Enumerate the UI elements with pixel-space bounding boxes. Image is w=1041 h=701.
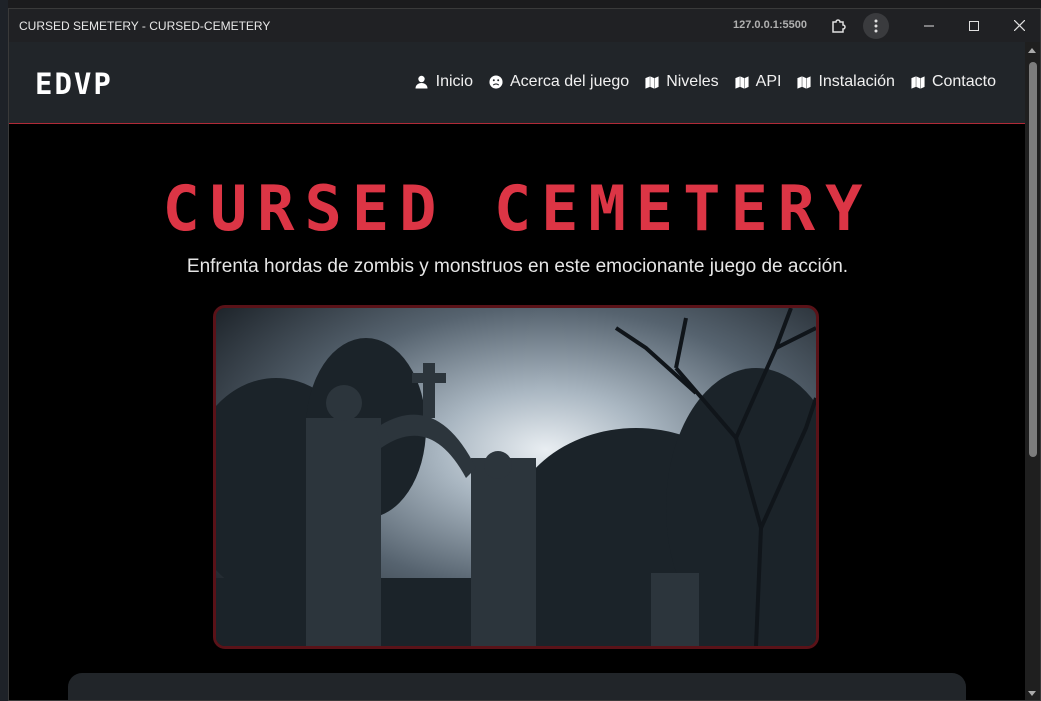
nav-label: Acerca del juego — [510, 73, 630, 90]
titlebar: CURSED SEMETERY - CURSED-CEMETERY 127.0.… — [9, 9, 1040, 42]
minimize-icon[interactable] — [915, 9, 943, 42]
browser-window: CURSED SEMETERY - CURSED-CEMETERY 127.0.… — [8, 8, 1041, 701]
extension-icon[interactable] — [824, 9, 852, 42]
nav-item-instalacion[interactable]: Instalación — [797, 73, 895, 91]
hero-title: CURSED CEMETERY — [162, 172, 873, 245]
map-icon — [911, 75, 925, 89]
scrollbar-thumb[interactable] — [1029, 62, 1037, 457]
sad-face-icon — [489, 75, 503, 89]
cemetery-illustration — [216, 308, 816, 646]
map-icon — [645, 75, 659, 89]
content-card — [68, 673, 966, 700]
nav-label: Niveles — [666, 73, 719, 90]
nav-item-acerca[interactable]: Acerca del juego — [489, 73, 629, 91]
scrollbar[interactable] — [1025, 42, 1040, 700]
hero-image — [213, 305, 819, 649]
maximize-icon[interactable] — [960, 9, 988, 42]
nav-item-contacto[interactable]: Contacto — [911, 73, 996, 91]
page-viewport: EDVP Inicio Acerca del juego Niveles API… — [9, 42, 1026, 700]
user-icon — [415, 75, 429, 89]
site-navbar: EDVP Inicio Acerca del juego Niveles API… — [9, 42, 1026, 124]
scroll-down-icon[interactable] — [1028, 691, 1036, 696]
nav-label: Instalación — [818, 73, 895, 90]
window-title: CURSED SEMETERY - CURSED-CEMETERY — [19, 18, 271, 33]
nav-label: API — [755, 73, 782, 90]
map-icon — [735, 75, 749, 89]
nav-menu: Inicio Acerca del juego Niveles API Inst… — [415, 73, 996, 91]
nav-label: Contacto — [931, 73, 996, 90]
brand-logo[interactable]: EDVP — [35, 67, 113, 101]
background-editor-strip — [0, 0, 8, 701]
nav-item-inicio[interactable]: Inicio — [415, 73, 473, 91]
scroll-up-icon[interactable] — [1028, 48, 1036, 53]
menu-dots-icon[interactable] — [863, 13, 889, 39]
nav-label: Inicio — [435, 73, 473, 90]
close-icon[interactable] — [1005, 9, 1033, 42]
map-icon — [797, 75, 812, 89]
hero-subtitle: Enfrenta hordas de zombis y monstruos en… — [186, 256, 849, 277]
nav-item-api[interactable]: API — [735, 73, 782, 91]
url-display[interactable]: 127.0.0.1:5500 — [733, 19, 807, 31]
nav-item-niveles[interactable]: Niveles — [645, 73, 719, 91]
